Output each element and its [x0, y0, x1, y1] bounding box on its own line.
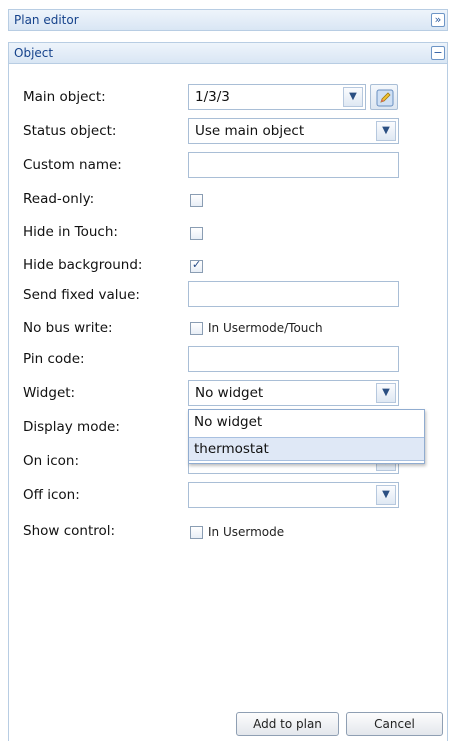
- no-bus-write-checkbox-label: In Usermode/Touch: [208, 321, 323, 335]
- no-bus-write-checkbox[interactable]: [190, 322, 203, 335]
- plan-editor-title: Plan editor: [14, 13, 79, 27]
- hide-in-touch-checkbox[interactable]: [190, 227, 203, 240]
- custom-name-input[interactable]: [188, 152, 399, 178]
- send-fixed-value-input[interactable]: [188, 281, 399, 307]
- main-object-label: Main object:: [23, 89, 106, 105]
- cancel-button[interactable]: Cancel: [346, 712, 443, 736]
- pin-code-label: Pin code:: [23, 351, 85, 367]
- widget-value: No widget: [195, 385, 264, 401]
- object-section-title: Object: [14, 46, 54, 60]
- edit-object-button[interactable]: [370, 84, 398, 110]
- off-icon-label: Off icon:: [23, 487, 80, 503]
- show-control-checkbox-label: In Usermode: [208, 525, 285, 539]
- widget-dropdown-list: No widget thermostat: [188, 409, 425, 464]
- add-to-plan-button[interactable]: Add to plan: [236, 712, 339, 736]
- status-object-value: Use main object: [195, 123, 305, 139]
- widget-option-no-widget[interactable]: No widget: [189, 411, 424, 435]
- pin-code-input[interactable]: [188, 346, 399, 372]
- minus-icon[interactable]: −: [431, 46, 445, 60]
- send-fixed-value-label: Send fixed value:: [23, 287, 140, 303]
- status-object-select[interactable]: Use main object ▼: [188, 118, 399, 144]
- widget-option-label: thermostat: [194, 441, 269, 457]
- display-mode-label: Display mode:: [23, 419, 120, 435]
- plan-editor-header: Plan editor »: [8, 9, 448, 31]
- chevron-down-icon[interactable]: ▼: [376, 383, 396, 403]
- pencil-edit-icon: [376, 89, 394, 107]
- hide-background-label: Hide background:: [23, 257, 143, 273]
- object-section-header[interactable]: Object −: [8, 42, 448, 64]
- status-object-label: Status object:: [23, 123, 117, 139]
- chevron-down-icon[interactable]: ▼: [376, 485, 396, 505]
- read-only-checkbox[interactable]: [190, 194, 203, 207]
- main-object-value: 1/3/3: [195, 89, 230, 105]
- no-bus-write-label: No bus write:: [23, 320, 113, 336]
- widget-select[interactable]: No widget ▼: [188, 380, 399, 406]
- main-object-select[interactable]: 1/3/3 ▼: [188, 84, 366, 110]
- read-only-label: Read-only:: [23, 191, 95, 207]
- hide-in-touch-label: Hide in Touch:: [23, 224, 118, 240]
- chevron-down-icon[interactable]: ▼: [343, 87, 363, 107]
- widget-label: Widget:: [23, 385, 76, 401]
- custom-name-label: Custom name:: [23, 157, 122, 173]
- on-icon-label: On icon:: [23, 453, 80, 469]
- show-control-checkbox[interactable]: [190, 526, 203, 539]
- widget-option-label: No widget: [194, 414, 263, 430]
- off-icon-select[interactable]: ▼: [188, 482, 399, 508]
- show-control-label: Show control:: [23, 523, 116, 539]
- hide-background-checkbox[interactable]: [190, 258, 203, 273]
- double-chevron-right-icon[interactable]: »: [431, 13, 445, 27]
- widget-option-thermostat[interactable]: thermostat: [189, 437, 424, 461]
- chevron-down-icon[interactable]: ▼: [376, 121, 396, 141]
